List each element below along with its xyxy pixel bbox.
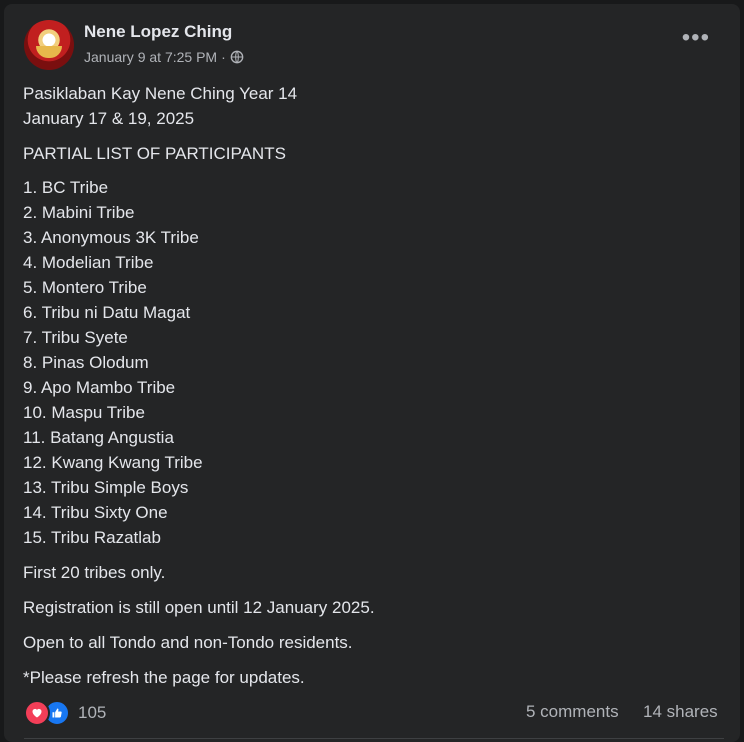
list-item: 4. Modelian Tribe bbox=[23, 253, 154, 272]
participant-list: 1. BC Tribe 2. Mabini Tribe 3. Anonymous… bbox=[23, 175, 703, 550]
post-card: Nene Lopez Ching January 9 at 7:25 PM · … bbox=[4, 4, 740, 742]
list-item: 2. Mabini Tribe bbox=[23, 203, 135, 222]
list-item: 8. Pinas Olodum bbox=[23, 353, 149, 372]
love-react-icon bbox=[24, 700, 50, 726]
note-refresh: *Please refresh the page for updates. bbox=[23, 668, 305, 687]
section-heading: PARTIAL LIST OF PARTICIPANTS bbox=[23, 144, 286, 163]
meta-separator: · bbox=[221, 49, 226, 65]
list-item: 11. Batang Angustia bbox=[23, 428, 174, 447]
list-item: 7. Tribu Syete bbox=[23, 328, 128, 347]
author-name[interactable]: Nene Lopez Ching bbox=[84, 22, 232, 42]
more-options-icon[interactable]: ••• bbox=[682, 26, 710, 50]
list-item: 3. Anonymous 3K Tribe bbox=[23, 228, 199, 247]
divider bbox=[24, 738, 724, 739]
list-item: 9. Apo Mambo Tribe bbox=[23, 378, 176, 397]
list-item: 6. Tribu ni Datu Magat bbox=[23, 303, 191, 322]
post-timestamp[interactable]: January 9 at 7:25 PM bbox=[84, 49, 217, 65]
list-item: 1. BC Tribe bbox=[23, 178, 109, 197]
reaction-count: 105 bbox=[78, 703, 107, 722]
note-first-20: First 20 tribes only. bbox=[23, 563, 166, 582]
list-item: 15. Tribu Razatlab bbox=[23, 528, 161, 547]
post-meta: January 9 at 7:25 PM · bbox=[84, 49, 244, 65]
list-item: 5. Montero Tribe bbox=[23, 278, 147, 297]
list-item: 12. Kwang Kwang Tribe bbox=[23, 453, 203, 472]
note-registration: Registration is still open until 12 Janu… bbox=[23, 598, 375, 617]
comments-link[interactable]: 5 comments bbox=[526, 702, 619, 722]
note-open-to-all: Open to all Tondo and non-Tondo resident… bbox=[23, 633, 353, 652]
post-text: Pasiklaban Kay Nene Ching Year 14 Januar… bbox=[23, 81, 703, 690]
list-item: 13. Tribu Simple Boys bbox=[23, 478, 189, 497]
reaction-summary[interactable]: 105 bbox=[24, 700, 106, 726]
list-item: 10. Maspu Tribe bbox=[23, 403, 145, 422]
shares-link[interactable]: 14 shares bbox=[643, 702, 718, 722]
author-avatar[interactable] bbox=[24, 20, 74, 70]
post-title-line-2: January 17 & 19, 2025 bbox=[23, 109, 195, 128]
list-item: 14. Tribu Sixty One bbox=[23, 503, 168, 522]
globe-icon bbox=[230, 50, 244, 64]
post-title-line-1: Pasiklaban Kay Nene Ching Year 14 bbox=[23, 84, 298, 103]
